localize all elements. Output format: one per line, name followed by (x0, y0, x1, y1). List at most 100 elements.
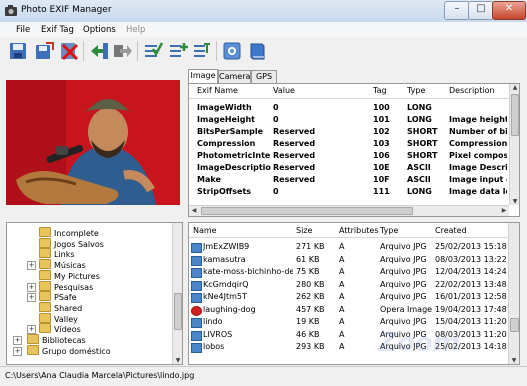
exif-cell-type: LONG (407, 187, 432, 196)
scroll-thumb[interactable] (511, 94, 519, 136)
help-book-button[interactable] (247, 41, 267, 61)
tree-item[interactable]: Bibliotecas (27, 334, 86, 345)
tree-item[interactable]: Jogos Salvos (39, 237, 104, 249)
tree-item[interactable]: Grupo doméstico (27, 344, 111, 356)
expand-icon[interactable]: + (13, 346, 22, 356)
expand-icon[interactable]: + (27, 325, 36, 335)
file-cell-attr: A (339, 317, 345, 326)
exif-cell-tag: 106 (373, 151, 390, 160)
file-cell-name: JmExZWIB9 (203, 242, 250, 251)
exif-vertical-scrollbar[interactable]: ▲ ▼ (509, 84, 519, 205)
exif-table: Exif Name Value Tag Type Description Ima… (188, 83, 520, 217)
column-type[interactable]: Type (407, 86, 447, 95)
add-tag-button[interactable] (168, 41, 188, 61)
check-list-icon (145, 42, 164, 57)
exif-row[interactable]: PhotometricInte...Reserved 106 SHORT Pixel … (189, 150, 509, 162)
minimize-button[interactable]: – (444, 1, 470, 20)
column-exif-name[interactable]: Exif Name (197, 86, 267, 95)
file-cell-size: 457 KB (296, 304, 325, 314)
exif-cell-type: ASCII (407, 175, 431, 184)
close-button[interactable]: ✕ (492, 1, 526, 20)
tree-item[interactable]: Links (39, 248, 75, 259)
save-as-button[interactable] (34, 41, 54, 61)
menu-exif-tag[interactable]: Exif Tag (41, 25, 74, 35)
column-created[interactable]: Created (435, 226, 467, 235)
tree-item[interactable]: My Pictures (39, 269, 100, 281)
scroll-thumb[interactable] (201, 207, 413, 215)
exif-cell-value: 0 (273, 187, 279, 196)
scroll-down-icon: ▼ (511, 357, 517, 364)
column-attributes[interactable]: Attributes (339, 226, 379, 235)
menu-file[interactable]: File (16, 25, 30, 35)
file-row[interactable]: kamasutra 61 KB A Arquivo JPG 08/03/2013 13:… (189, 254, 507, 266)
exif-row[interactable]: ImageDescription Reserved 10E ASCII Image De… (189, 162, 509, 174)
exif-row[interactable]: ImageWidth 0 100 LONG (189, 102, 509, 114)
scroll-left-icon: ◀ (191, 207, 197, 214)
file-row[interactable]: kate-moss-bichinho-de-p...75 KB A Arquivo … (189, 266, 507, 278)
settings-button[interactable] (222, 41, 242, 61)
exif-row[interactable]: ImageHeight 0 101 LONG Image height (189, 114, 509, 126)
image-file-icon (191, 330, 202, 341)
exif-cell-name: BitsPerSample (197, 127, 264, 136)
column-tag[interactable]: Tag (373, 86, 403, 95)
import-button[interactable] (89, 41, 109, 61)
scroll-thumb[interactable] (510, 318, 519, 332)
tree-item[interactable]: Shared (39, 301, 82, 313)
add-list-icon (170, 43, 188, 57)
file-cell-created: 12/04/2013 14:24:06 (435, 267, 507, 276)
tree-item[interactable]: Valley (39, 312, 78, 324)
tree-item[interactable]: Músicas (39, 259, 86, 270)
exif-row[interactable]: Compression Reserved 103 SHORT Compression s (189, 138, 509, 150)
exif-row[interactable]: StripOffsets 0 111 LONG Image data lo (189, 186, 509, 198)
tree-item[interactable]: Incomplete (39, 227, 99, 238)
tree-item[interactable]: Vídeos (39, 323, 81, 334)
expand-icon[interactable]: + (27, 282, 36, 292)
exif-horizontal-scrollbar[interactable]: ◀ ▶ (189, 205, 509, 216)
exif-row[interactable]: Make Reserved 10F ASCII Image input e (189, 174, 509, 186)
file-vertical-scrollbar[interactable]: ▼ (508, 223, 519, 364)
file-row[interactable]: JmExZWIB9 271 KB A Arquivo JPG 25/02/2013 15… (189, 241, 507, 253)
column-value[interactable]: Value (273, 86, 363, 95)
file-cell-type: Arquivo JPG (380, 279, 427, 289)
expand-icon[interactable]: + (27, 261, 36, 271)
tree-item[interactable]: PSafe (39, 291, 77, 302)
file-cell-type: Opera Image (380, 304, 432, 314)
file-row[interactable]: kNe4Jtm5T 262 KB A Arquivo JPG 16/01/2013 12… (189, 291, 507, 303)
column-description[interactable]: Description (449, 86, 507, 95)
tab-image[interactable]: Image (188, 69, 218, 84)
folder-icon (39, 227, 51, 237)
delete-button[interactable] (59, 41, 79, 61)
column-type[interactable]: Type (380, 226, 398, 235)
menu-options[interactable]: Options (83, 25, 116, 35)
tab-camera[interactable]: Camera (218, 70, 251, 83)
scroll-thumb[interactable] (174, 293, 182, 330)
file-row[interactable]: laughing-dog 457 KB A Opera Image 19/04/2013… (189, 304, 507, 316)
expand-icon[interactable]: + (13, 336, 22, 345)
window-title: Photo EXIF Manager (21, 5, 112, 15)
exif-row[interactable]: BitsPerSample Reserved 102 SHORT Number of b… (189, 126, 509, 138)
check-tags-button[interactable] (143, 41, 164, 61)
exif-cell-tag: 100 (373, 103, 390, 112)
tree-item-label: Incomplete (54, 229, 99, 238)
save-button[interactable] (8, 41, 28, 61)
exif-cell-tag: 10E (373, 163, 390, 172)
tree-item[interactable]: Pesquisas (39, 280, 93, 292)
file-row[interactable]: lindo 19 KB A Arquivo JPG 15/04/2013 11:20:2… (189, 316, 507, 328)
edit-tags-button[interactable] (192, 41, 212, 61)
column-size[interactable]: Size (296, 226, 312, 235)
menu-help[interactable]: Help (126, 25, 145, 35)
maximize-button[interactable]: □ (468, 1, 494, 20)
column-name[interactable]: Name (193, 226, 217, 235)
folder-icon (39, 312, 51, 323)
tab-gps[interactable]: GPS (251, 70, 277, 83)
tree-item-label: Bibliotecas (42, 336, 86, 345)
tree-vertical-scrollbar[interactable]: ▼ (172, 223, 182, 364)
file-row[interactable]: KcGmdqirQ 280 KB A Arquivo JPG 22/02/2013 13… (189, 279, 507, 291)
close-icon: ✕ (504, 3, 514, 14)
file-cell-created: 22/02/2013 13:48:05 (435, 279, 507, 289)
export-button[interactable] (113, 41, 133, 61)
title-bar: Photo EXIF Manager – □ ✕ (0, 0, 527, 22)
exif-cell-value: 0 (273, 103, 279, 112)
expand-icon[interactable]: + (27, 293, 36, 303)
folder-icon (39, 301, 51, 312)
